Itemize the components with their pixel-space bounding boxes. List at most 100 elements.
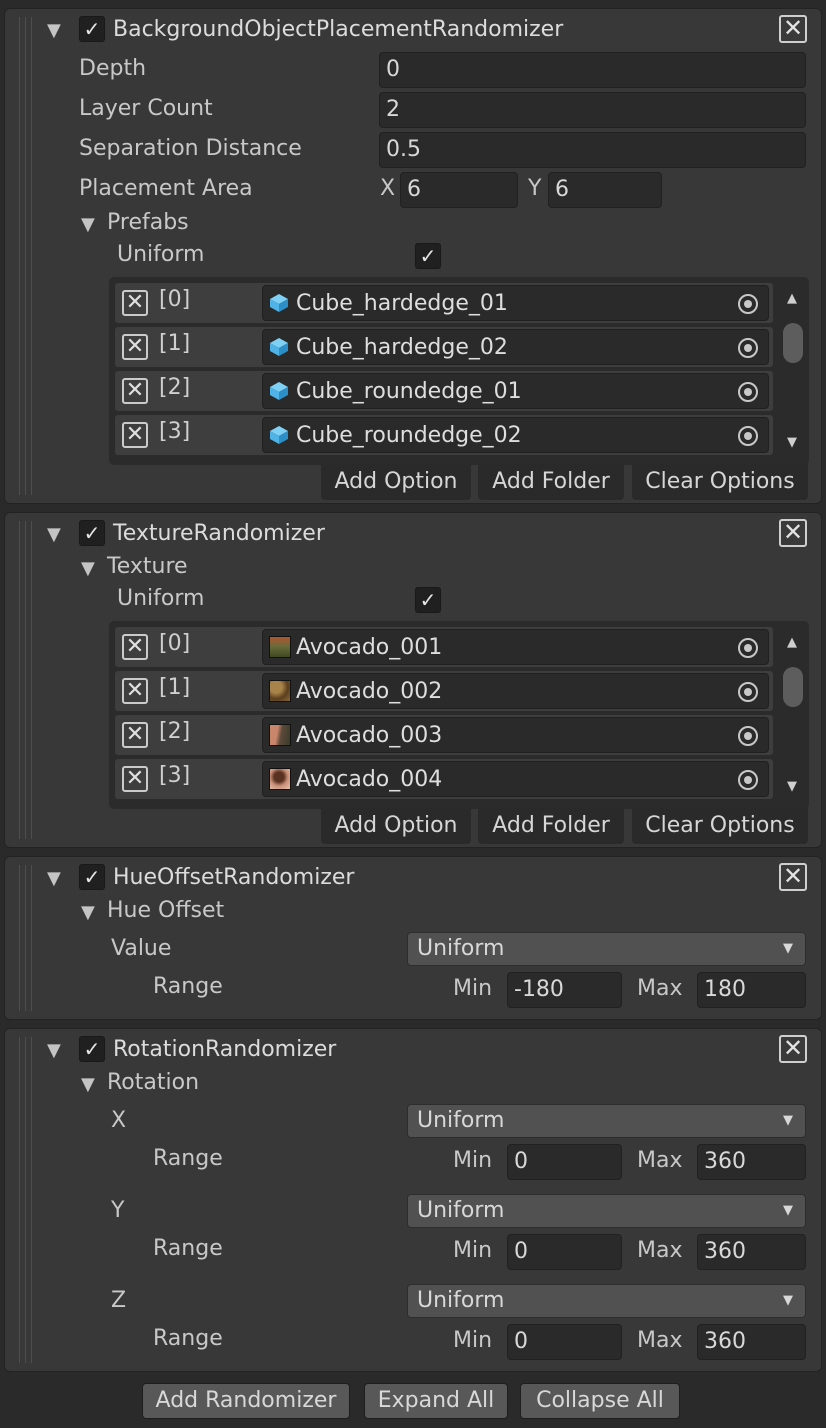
min-field[interactable]: -180 xyxy=(507,972,622,1008)
foldout-arrow-icon[interactable]: ▼ xyxy=(47,1042,61,1060)
axis-x-min-field[interactable]: 0 xyxy=(507,1144,622,1180)
foldout-arrow-icon[interactable]: ▼ xyxy=(47,526,61,544)
add-randomizer-button[interactable]: Add Randomizer xyxy=(142,1383,350,1419)
foldout-arrow-icon[interactable]: ▼ xyxy=(81,216,95,234)
foldout-arrow-icon[interactable]: ▼ xyxy=(47,870,61,888)
sampler-dropdown[interactable]: Uniform ▼ xyxy=(407,932,806,966)
object-field[interactable]: Avocado_001 xyxy=(262,629,769,665)
list-scrollbar[interactable]: ▲ ▼ xyxy=(779,629,809,805)
axis-x-max-field[interactable]: 360 xyxy=(697,1144,806,1180)
value-label: Value xyxy=(111,936,172,961)
clear-options-button[interactable]: Clear Options xyxy=(632,464,808,500)
chevron-down-icon: ▼ xyxy=(783,1113,793,1128)
object-picker-icon[interactable] xyxy=(738,294,758,314)
remove-item-button[interactable]: ✕ xyxy=(122,378,148,404)
clear-options-button[interactable]: Clear Options xyxy=(632,808,808,844)
scroll-up-icon[interactable]: ▲ xyxy=(787,291,797,306)
scroll-down-icon[interactable]: ▼ xyxy=(787,779,797,794)
min-label: Min xyxy=(453,976,493,1001)
scroll-thumb[interactable] xyxy=(783,323,803,363)
object-field[interactable]: Cube_roundedge_02 xyxy=(262,417,769,453)
placement-x-field[interactable]: 6 xyxy=(400,172,518,208)
object-field[interactable]: Cube_roundedge_01 xyxy=(262,373,769,409)
remove-randomizer-button[interactable]: ✕ xyxy=(779,519,807,547)
randomizer-title: HueOffsetRandomizer xyxy=(113,865,355,890)
add-folder-button[interactable]: Add Folder xyxy=(478,464,624,500)
separation-distance-field[interactable]: 0.5 xyxy=(379,132,806,168)
chevron-down-icon: ▼ xyxy=(783,1293,793,1308)
object-name: Avocado_001 xyxy=(296,635,443,660)
foldout-arrow-icon[interactable]: ▼ xyxy=(81,1076,95,1094)
foldout-arrow-icon[interactable]: ▼ xyxy=(81,904,95,922)
max-label: Max xyxy=(637,1148,683,1173)
layer-count-field[interactable]: 2 xyxy=(379,92,806,128)
remove-item-button[interactable]: ✕ xyxy=(122,290,148,316)
object-picker-icon[interactable] xyxy=(738,726,758,746)
object-picker-icon[interactable] xyxy=(738,770,758,790)
remove-item-button[interactable]: ✕ xyxy=(122,334,148,360)
collapse-all-button[interactable]: Collapse All xyxy=(520,1383,680,1419)
object-field[interactable]: Avocado_004 xyxy=(262,761,769,797)
object-picker-icon[interactable] xyxy=(738,382,758,402)
add-folder-button[interactable]: Add Folder xyxy=(478,808,624,844)
drag-handle[interactable] xyxy=(19,17,37,495)
remove-randomizer-button[interactable]: ✕ xyxy=(779,863,807,891)
texture-thumbnail-icon xyxy=(269,768,291,790)
object-field[interactable]: Cube_hardedge_02 xyxy=(262,329,769,365)
remove-item-button[interactable]: ✕ xyxy=(122,422,148,448)
uniform-checkbox[interactable]: ✓ xyxy=(415,587,441,613)
object-picker-icon[interactable] xyxy=(738,426,758,446)
prefabs-label[interactable]: Prefabs xyxy=(107,210,189,235)
object-picker-icon[interactable] xyxy=(738,682,758,702)
object-field[interactable]: Avocado_003 xyxy=(262,717,769,753)
randomizer-title: BackgroundObjectPlacementRandomizer xyxy=(113,17,564,42)
max-field[interactable]: 180 xyxy=(697,972,806,1008)
enabled-checkbox[interactable]: ✓ xyxy=(79,520,105,546)
remove-item-button[interactable]: ✕ xyxy=(122,634,148,660)
depth-field[interactable]: 0 xyxy=(379,52,806,88)
add-option-button[interactable]: Add Option xyxy=(321,464,471,500)
list-scrollbar[interactable]: ▲ ▼ xyxy=(779,285,809,461)
range-label: Range xyxy=(153,1146,223,1171)
remove-randomizer-button[interactable]: ✕ xyxy=(779,15,807,43)
object-picker-icon[interactable] xyxy=(738,338,758,358)
drag-handle[interactable] xyxy=(19,521,37,839)
dropdown-value: Uniform xyxy=(417,936,505,961)
dropdown-value: Uniform xyxy=(417,1198,505,1223)
enabled-checkbox[interactable]: ✓ xyxy=(79,1036,105,1062)
min-label: Min xyxy=(453,1238,493,1263)
object-field[interactable]: Avocado_002 xyxy=(262,673,769,709)
rotation-label[interactable]: Rotation xyxy=(107,1070,199,1095)
remove-item-button[interactable]: ✕ xyxy=(122,722,148,748)
texture-label[interactable]: Texture xyxy=(107,554,188,579)
object-field[interactable]: Cube_hardedge_01 xyxy=(262,285,769,321)
hue-offset-label[interactable]: Hue Offset xyxy=(107,898,224,923)
scroll-down-icon[interactable]: ▼ xyxy=(787,435,797,450)
texture-thumbnail-icon xyxy=(269,636,291,658)
axis-z-min-field[interactable]: 0 xyxy=(507,1324,622,1360)
enabled-checkbox[interactable]: ✓ xyxy=(79,864,105,890)
enabled-checkbox[interactable]: ✓ xyxy=(79,16,105,42)
remove-item-button[interactable]: ✕ xyxy=(122,766,148,792)
placement-y-field[interactable]: 6 xyxy=(548,172,662,208)
axis-z-sampler-dropdown[interactable]: Uniform ▼ xyxy=(407,1284,806,1318)
axis-x-sampler-dropdown[interactable]: Uniform ▼ xyxy=(407,1104,806,1138)
axis-y-max-field[interactable]: 360 xyxy=(697,1234,806,1270)
foldout-arrow-icon[interactable]: ▼ xyxy=(81,560,95,578)
object-picker-icon[interactable] xyxy=(738,638,758,658)
range-label: Range xyxy=(153,1326,223,1351)
expand-all-button[interactable]: Expand All xyxy=(364,1383,508,1419)
foldout-arrow-icon[interactable]: ▼ xyxy=(47,22,61,40)
drag-handle[interactable] xyxy=(19,865,37,1011)
drag-handle[interactable] xyxy=(19,1037,37,1363)
axis-z-max-field[interactable]: 360 xyxy=(697,1324,806,1360)
axis-y-sampler-dropdown[interactable]: Uniform ▼ xyxy=(407,1194,806,1228)
scroll-thumb[interactable] xyxy=(783,667,803,707)
uniform-checkbox[interactable]: ✓ xyxy=(415,243,441,269)
remove-randomizer-button[interactable]: ✕ xyxy=(779,1035,807,1063)
add-option-button[interactable]: Add Option xyxy=(321,808,471,844)
axis-y-min-field[interactable]: 0 xyxy=(507,1234,622,1270)
remove-item-button[interactable]: ✕ xyxy=(122,678,148,704)
scroll-up-icon[interactable]: ▲ xyxy=(787,635,797,650)
list-item: ✕ [3] Cube_roundedge_02 xyxy=(115,415,773,455)
